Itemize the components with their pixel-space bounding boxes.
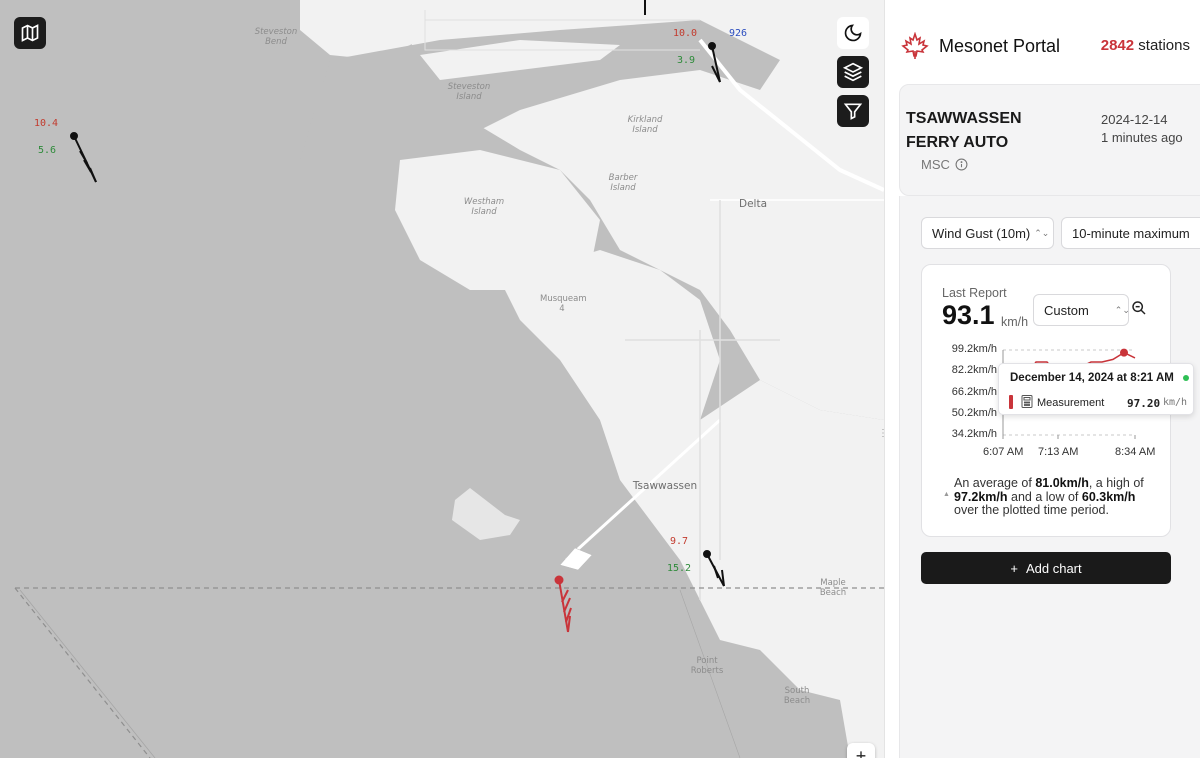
maple-leaf-icon <box>901 32 929 59</box>
side-panel: Mesonet Portal 2842 stations TSAWWASSEN … <box>884 0 1200 758</box>
station-count-value: 2842 <box>1100 37 1135 54</box>
label-westham-island: Westham Island <box>463 197 505 217</box>
summary-mid2: and a low of <box>1011 489 1079 504</box>
summary-low: 60.3km/h <box>1081 489 1136 504</box>
station-west-temp: 10.4 <box>34 118 59 129</box>
range-select[interactable]: Custom ⌃⌄ <box>1033 294 1130 326</box>
aggregation-select-value: 10-minute maximum <box>1072 225 1190 241</box>
caret-up-icon: ▲ <box>943 491 950 498</box>
wind-barb-selected <box>554 575 572 633</box>
aggregation-select[interactable]: 10-minute maximum <box>1061 217 1200 249</box>
chart-highlight-point[interactable] <box>1120 348 1128 357</box>
station-name: TSAWWASSEN FERRY AUTO <box>906 110 1022 151</box>
label-maple-beach: Maple Beach <box>819 578 847 598</box>
station-count-suffix: stations <box>1138 37 1190 54</box>
add-chart-button[interactable]: + Add chart <box>921 552 1171 584</box>
map-view[interactable]: Steveston Bend Steveston Island Kirkland… <box>0 0 884 758</box>
calculator-icon <box>1021 395 1033 411</box>
station-west-dew: 5.6 <box>38 145 57 156</box>
station-timestamp: 2024-12-14 1 minutes ago <box>1101 111 1185 147</box>
station-ago: 1 minutes ago <box>1101 130 1183 145</box>
last-report-unit: km/h <box>1001 315 1029 329</box>
moon-icon[interactable] <box>837 17 869 49</box>
station-north-pressure: 926 <box>729 28 748 39</box>
label-tsawwassen: Tsawwassen <box>632 480 698 492</box>
summary-high: 97.2km/h <box>954 489 1008 504</box>
chart-tooltip: December 14, 2024 at 8:21 AM Measurement… <box>998 363 1194 415</box>
variable-select[interactable]: Wind Gust (10m) ⌃⌄ <box>921 217 1054 249</box>
chevron-updown-icon: ⌃⌄ <box>1114 304 1130 315</box>
label-kirkland-island: Kirkland Island <box>627 115 663 135</box>
tooltip-unit: km/h <box>1163 397 1188 408</box>
info-icon[interactable] <box>955 158 968 171</box>
variable-select-value: Wind Gust (10m) <box>932 225 1031 241</box>
label-point-roberts: Point Roberts <box>690 656 724 676</box>
range-select-value: Custom <box>1044 302 1089 318</box>
tooltip-series-swatch <box>1009 395 1013 409</box>
basemap <box>14 0 884 758</box>
tooltip-series-label: Measurement <box>1037 397 1105 409</box>
app-title: Mesonet Portal <box>939 35 1061 56</box>
station-network-label: MSC <box>921 157 950 172</box>
tooltip-value: 97.20 <box>1127 397 1161 410</box>
station-date: 2024-12-14 <box>1101 112 1168 127</box>
station-north-dew: 3.9 <box>677 55 696 66</box>
station-north-temp: 10.0 <box>673 28 698 39</box>
label-steveston-island: Steveston Island <box>447 82 491 102</box>
station-south-dew: 15.2 <box>667 563 692 574</box>
summary-suffix: over the plotted time period. <box>954 503 1109 517</box>
brand: Mesonet Portal <box>901 32 1060 60</box>
chevron-updown-icon: ⌃⌄ <box>1034 227 1050 238</box>
tooltip-date: December 14, 2024 at 8:21 AM <box>1010 372 1174 384</box>
label-delta: Delta <box>738 198 767 210</box>
label-south-beach: South Beach <box>783 686 811 706</box>
map-icon[interactable] <box>14 17 46 49</box>
station-south-temp: 9.7 <box>670 536 689 547</box>
add-chart-label: Add chart <box>1025 560 1082 576</box>
tooltip-status-dot <box>1183 375 1189 381</box>
summary-mid1: , a high of <box>1088 476 1144 490</box>
zoom-in-button[interactable]: + <box>847 743 875 758</box>
label-musqueam: Musqueam 4 <box>540 294 587 314</box>
wind-barb-west <box>70 132 97 183</box>
chart-summary: An average of 81.0km/h, a high of 97.2km… <box>954 476 1160 518</box>
layers-icon[interactable] <box>837 56 869 88</box>
zoom-out-icon[interactable] <box>1131 300 1151 320</box>
station-count: 2842 stations <box>1101 37 1190 54</box>
label-barber-island: Barber Island <box>608 173 638 193</box>
station-network: MSC <box>921 157 968 172</box>
plus-icon: + <box>1010 560 1018 576</box>
summary-average: 81.0km/h <box>1035 476 1089 490</box>
last-report-label: Last Report <box>942 286 1007 300</box>
filter-icon[interactable] <box>837 95 869 127</box>
label-steveston-bend: Steveston Bend <box>254 27 298 47</box>
last-report-value: 93.1 <box>942 300 995 330</box>
summary-prefix: An average of <box>954 476 1032 490</box>
